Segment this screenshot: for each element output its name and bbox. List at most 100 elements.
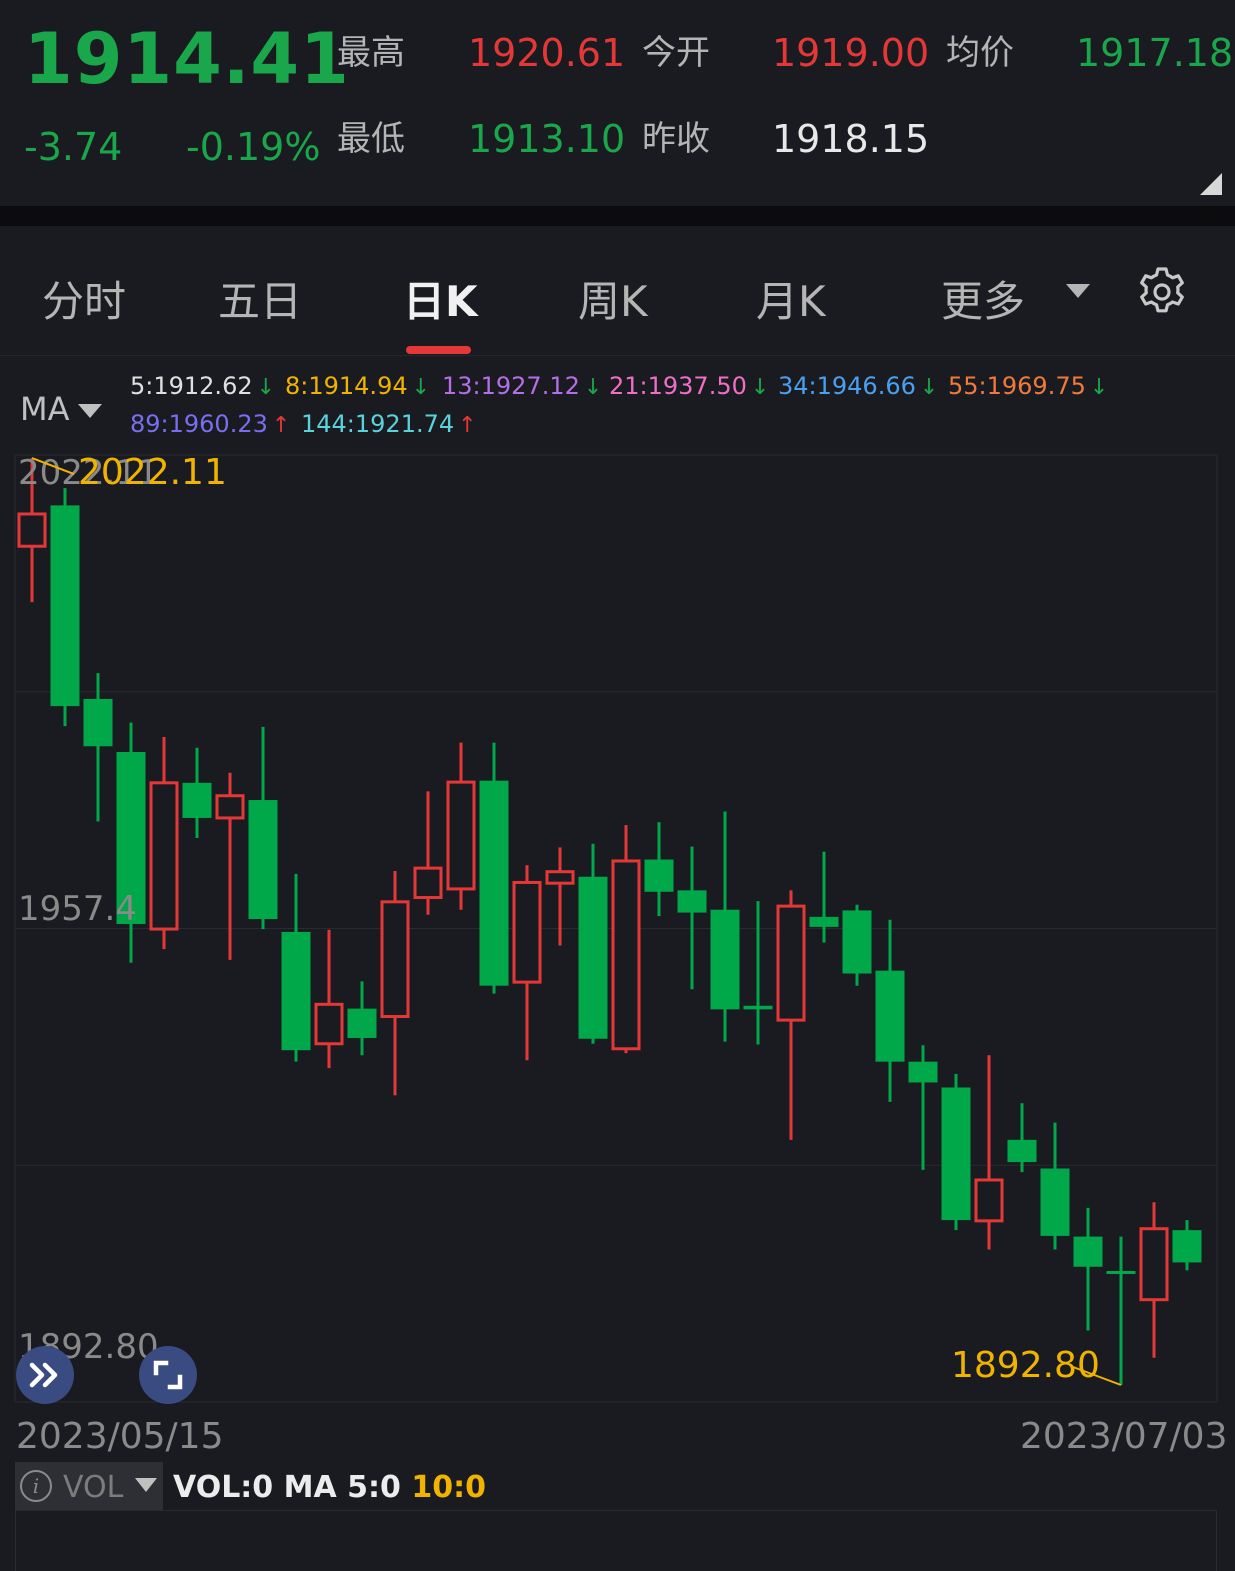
- tab-weekly-k[interactable]: 周K: [578, 268, 648, 329]
- tab-five-day[interactable]: 五日: [218, 268, 302, 329]
- candle-body: [50, 505, 80, 707]
- ma-legend-value: 8:1914.94: [285, 372, 408, 400]
- ma-legend-value: 144:1921.74: [301, 410, 455, 438]
- candle-down: [347, 981, 377, 1056]
- vol-stats-values: VOL:0 MA 5:0: [173, 1470, 412, 1505]
- candle-up: [545, 847, 575, 946]
- vol-indicator-selector[interactable]: i VOL: [15, 1462, 163, 1510]
- y-axis-label: 1957.4: [18, 889, 137, 929]
- ma-legend-item: 13:1927.12 ↓: [442, 372, 602, 400]
- tab-more[interactable]: 更多: [941, 268, 1025, 329]
- avg-label: 均价: [946, 33, 1014, 73]
- candle-up: [380, 870, 410, 1096]
- candle-down: [248, 726, 278, 930]
- candle-body: [182, 782, 212, 818]
- chevron-down-icon[interactable]: [1066, 284, 1090, 298]
- candle-down: [809, 851, 839, 943]
- candle-body: [842, 910, 872, 974]
- candle-down: [644, 822, 674, 917]
- candle-body: [1073, 1236, 1103, 1267]
- candle-down: [677, 846, 707, 990]
- candle-up: [215, 772, 245, 960]
- max-marker-label: 2022.11: [78, 452, 227, 493]
- candle-body: [512, 880, 542, 984]
- candle-body: [578, 876, 608, 1039]
- candle-body: [314, 1002, 344, 1046]
- candle-down: [1007, 1103, 1037, 1173]
- candle-down: [875, 919, 905, 1102]
- candle-body: [611, 859, 641, 1051]
- candle-body: [545, 870, 575, 885]
- min-marker-label: 1892.80: [951, 1345, 1100, 1386]
- arrow-down-icon: ↓: [411, 375, 431, 400]
- arrow-down-icon: ↓: [583, 375, 603, 400]
- tab-monthly-k[interactable]: 月K: [756, 268, 826, 329]
- tab-daily-k[interactable]: 日K: [403, 268, 478, 329]
- double-chevron-right-icon: [29, 1362, 58, 1388]
- vol-stats: VOL:0 MA 5:0 10:0: [173, 1470, 486, 1505]
- candle-down: [1040, 1122, 1070, 1250]
- ma-legend-item: 34:1946.66 ↓: [778, 372, 938, 400]
- prev-close-value: 1918.15: [772, 117, 930, 161]
- chevron-down-icon: [135, 1478, 157, 1492]
- ma-legend-value: 21:1937.50: [609, 372, 747, 400]
- quote-header: 1914.41 -3.74 -0.19% 最高 1920.61 今开 1919.…: [0, 0, 1235, 206]
- candle-body: [644, 859, 674, 892]
- ma-legend-value: 13:1927.12: [442, 372, 580, 400]
- candle-down: [83, 673, 113, 822]
- scroll-to-latest-button[interactable]: [16, 1346, 74, 1404]
- price-change: -3.74: [24, 125, 123, 169]
- ma-indicator-selector[interactable]: MA: [20, 390, 102, 428]
- prev-close-label: 昨收: [642, 119, 710, 159]
- low-value: 1913.10: [468, 117, 626, 161]
- vol-ma10-value: 10:0: [411, 1470, 486, 1505]
- ma-legend-value: 89:1960.23: [130, 410, 268, 438]
- low-label: 最低: [337, 119, 405, 159]
- active-tab-indicator: [406, 346, 471, 354]
- expand-corner-icon[interactable]: [1200, 173, 1222, 195]
- high-label: 最高: [337, 33, 405, 73]
- candle-down: [743, 901, 773, 1045]
- candle-body: [446, 780, 476, 891]
- candle-down: [479, 742, 509, 994]
- candle-body: [974, 1178, 1004, 1223]
- arrow-down-icon: ↓: [919, 375, 939, 400]
- candle-body: [281, 931, 311, 1051]
- candle-up: [611, 825, 641, 1054]
- candle-body: [1040, 1168, 1070, 1236]
- arrow-down-icon: ↓: [1089, 375, 1109, 400]
- candle-body: [347, 1008, 377, 1039]
- candlestick-chart[interactable]: 2022.111957.41892.802022.111892.80: [0, 440, 1235, 1470]
- candle-body: [776, 904, 806, 1022]
- fullscreen-icon: [153, 1360, 183, 1390]
- info-icon[interactable]: i: [20, 1470, 52, 1502]
- arrow-down-icon: ↓: [750, 375, 770, 400]
- tab-intraday[interactable]: 分时: [42, 268, 126, 329]
- ma-legend-item: 8:1914.94 ↓: [285, 372, 430, 400]
- candle-body: [908, 1061, 938, 1083]
- candle-up: [314, 929, 344, 1069]
- arrow-down-icon: ↓: [256, 375, 276, 400]
- candle-up: [413, 791, 443, 915]
- candle-down: [941, 1073, 971, 1231]
- candle-up: [446, 742, 476, 910]
- candle-down: [50, 488, 80, 727]
- candle-down: [710, 811, 740, 1042]
- candle-down: [578, 843, 608, 1044]
- section-divider: [0, 206, 1235, 226]
- ma-legend-value: 55:1969.75: [948, 372, 1086, 400]
- last-price: 1914.41: [24, 18, 350, 100]
- gear-icon[interactable]: [1136, 266, 1188, 318]
- ma-legend-value: 5:1912.62: [130, 372, 253, 400]
- arrow-up-icon: ↑: [458, 413, 477, 438]
- fullscreen-button[interactable]: [139, 1346, 197, 1404]
- candle-body: [413, 866, 443, 900]
- candle-up: [1139, 1202, 1169, 1358]
- ma-legend-item: 5:1912.62 ↓: [130, 372, 275, 400]
- candle-body: [941, 1087, 971, 1221]
- vol-selector-label: VOL: [63, 1470, 124, 1505]
- ma-legend-value: 34:1946.66: [778, 372, 916, 400]
- price-change-pct: -0.19%: [186, 125, 321, 169]
- open-value: 1919.00: [772, 31, 930, 75]
- candle-down: [1172, 1220, 1202, 1271]
